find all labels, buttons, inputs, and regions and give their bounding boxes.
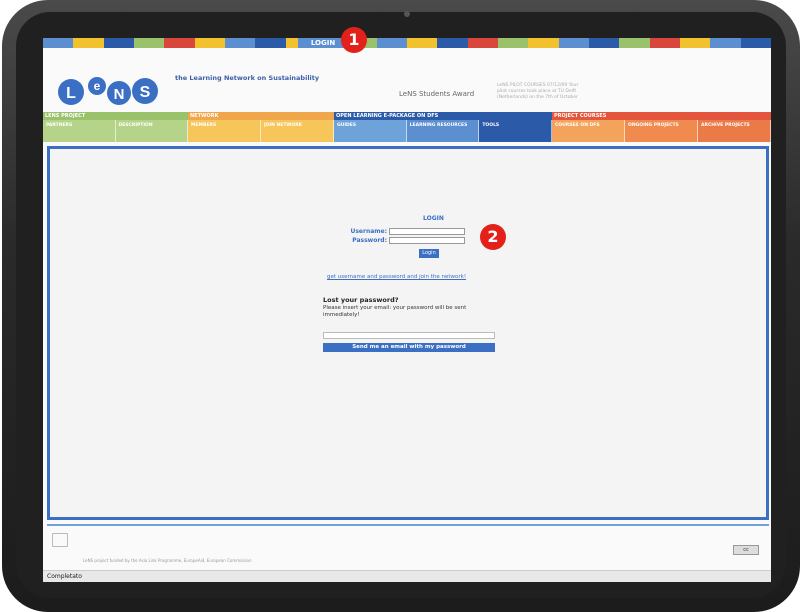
nav-group-title[interactable]: NETWORK [188,112,334,120]
login-heading: LOGIN [423,215,444,222]
join-network-link[interactable]: get username and password and join the n… [327,274,466,280]
funding-text: LeNS project funded by the Asia Link Pro… [83,558,252,563]
marker-badge-2: 2 [480,224,506,250]
nav-item-archive-projects[interactable]: ARCHIVE PROJECTS [698,120,771,142]
nav-group-network: NETWORK MEMBERS JOIN NETWORK [188,112,334,142]
password-input[interactable] [389,237,465,244]
nav-group-project-courses: PROJECT COURSES COURSES ON DFS ONGOING P… [552,112,771,142]
asia-link-logo [49,531,71,561]
svg-text:L: L [66,85,76,102]
email-input[interactable] [323,332,495,339]
nav-group-title[interactable]: LENS PROJECT [43,112,188,120]
username-label: Username: [350,228,387,235]
svg-text:e: e [94,79,101,93]
footer-divider [47,524,769,526]
tagline: the Learning Network on Sustainability [175,74,320,82]
password-label: Password: [352,237,387,244]
nav-group-title[interactable]: OPEN LEARNING E-PACKAGE ON DFS [334,112,552,120]
nav-item-description[interactable]: DESCRIPTION [116,120,188,142]
svg-text:N: N [114,86,125,103]
nav-item-courses-on-dfs[interactable]: COURSES ON DFS [552,120,625,142]
lost-password-text: Please insert your email: your password … [323,305,467,318]
nav-item-guides[interactable]: GUIDES [334,120,407,142]
pilot-courses-news[interactable]: LeNS PILOT COURSES 07/12/09 Your pilot c… [497,83,587,101]
username-input[interactable] [389,228,465,235]
nav-group-open-learning: OPEN LEARNING E-PACKAGE ON DFS GUIDES LE… [334,112,553,142]
nav-item-tools[interactable]: TOOLS [479,120,553,142]
nav-item-learning-resources[interactable]: LEARNING RESOURCES [406,120,480,142]
nav-item-members[interactable]: MEMBERS [188,120,261,142]
marker-badge-1: 1 [341,27,367,53]
tablet-frame: LOGIN L e N S the Learning Network on Su… [2,0,800,612]
nav-item-ongoing-projects[interactable]: ONGOING PROJECTS [625,120,698,142]
camera [404,11,410,17]
send-password-button[interactable]: Send me an email with my password [323,343,495,352]
status-bar: Completato [43,570,771,582]
svg-text:S: S [140,84,151,101]
creative-commons-icon[interactable]: cc [733,545,759,555]
browser-screen: LOGIN L e N S the Learning Network on Su… [43,38,771,582]
login-button[interactable]: Login [419,249,439,258]
lens-logo: L e N S [58,77,158,105]
color-stripe [43,38,771,48]
nav-group-lens-project: LENS PROJECT PARTNERS DESCRIPTION [43,112,188,142]
nav-item-join-network[interactable]: JOIN NETWORK [261,120,334,142]
nav-item-partners[interactable]: PARTNERS [43,120,116,142]
students-award[interactable]: LeNS Students Award [399,90,474,98]
nav-group-title[interactable]: PROJECT COURSES [552,112,771,120]
lost-password-heading: Lost your password? [323,296,399,304]
